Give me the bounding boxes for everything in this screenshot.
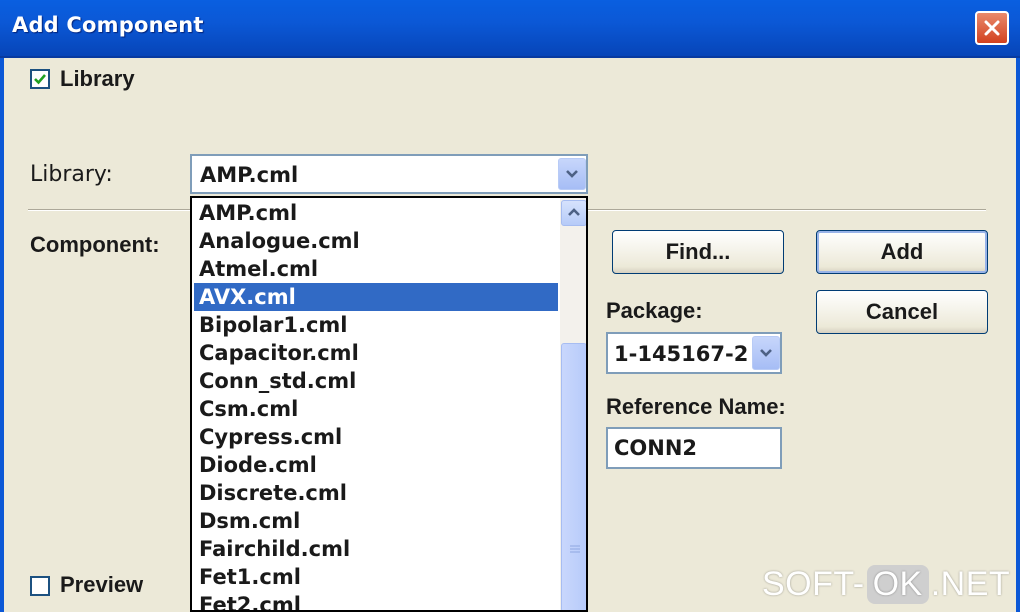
library-select[interactable]: AMP.cml bbox=[190, 154, 588, 194]
list-item[interactable]: Discrete.cml bbox=[194, 479, 558, 507]
package-dropdown-button[interactable] bbox=[752, 336, 780, 370]
preview-checkbox[interactable] bbox=[30, 576, 50, 596]
library-label: Library: bbox=[30, 162, 113, 187]
list-item[interactable]: Diode.cml bbox=[194, 451, 558, 479]
vertical-scrollbar[interactable] bbox=[560, 198, 586, 610]
list-item[interactable]: Fet2.cml bbox=[194, 591, 558, 610]
cancel-button[interactable]: Cancel bbox=[816, 290, 988, 334]
chevron-down-icon bbox=[760, 349, 772, 357]
list-item[interactable]: Fet1.cml bbox=[194, 563, 558, 591]
library-dropdown-list[interactable]: AMP.cml Analogue.cml Atmel.cml AVX.cml B… bbox=[190, 196, 588, 612]
list-item[interactable]: Dsm.cml bbox=[194, 507, 558, 535]
close-button[interactable] bbox=[975, 11, 1009, 45]
list-item[interactable]: Conn_std.cml bbox=[194, 367, 558, 395]
list-item[interactable]: Cypress.cml bbox=[194, 423, 558, 451]
component-label: Component: bbox=[30, 232, 160, 257]
package-label: Package: bbox=[606, 298, 703, 323]
list-item[interactable]: Atmel.cml bbox=[194, 255, 558, 283]
package-select-value: 1-145167-2 bbox=[614, 342, 749, 366]
scroll-up-button[interactable] bbox=[561, 200, 586, 226]
list-item[interactable]: Analogue.cml bbox=[194, 227, 558, 255]
library-select-value: AMP.cml bbox=[200, 163, 299, 187]
grip-icon bbox=[570, 545, 580, 553]
list-item-selected[interactable]: AVX.cml bbox=[194, 283, 558, 311]
chevron-down-icon bbox=[566, 170, 578, 178]
chevron-up-icon bbox=[568, 208, 580, 216]
list-item[interactable]: AMP.cml bbox=[194, 199, 558, 227]
list-item[interactable]: Bipolar1.cml bbox=[194, 311, 558, 339]
library-checkbox[interactable] bbox=[30, 69, 50, 89]
list-item[interactable]: Capacitor.cml bbox=[194, 339, 558, 367]
find-button[interactable]: Find... bbox=[612, 230, 784, 274]
window-title: Add Component bbox=[12, 13, 204, 37]
scroll-thumb[interactable] bbox=[561, 343, 586, 610]
watermark: SOFT- OK .NET bbox=[762, 565, 1011, 604]
add-button[interactable]: Add bbox=[816, 230, 988, 274]
reference-name-label: Reference Name: bbox=[606, 394, 786, 419]
title-bar[interactable]: Add Component bbox=[0, 0, 1020, 58]
package-select[interactable]: 1-145167-2 bbox=[606, 332, 782, 374]
preview-checkbox-label: Preview bbox=[60, 572, 144, 597]
checkmark-icon bbox=[34, 74, 46, 85]
library-checkbox-label: Library bbox=[60, 66, 135, 91]
list-item[interactable]: Fairchild.cml bbox=[194, 535, 558, 563]
list-item[interactable]: Csm.cml bbox=[194, 395, 558, 423]
reference-name-input[interactable]: CONN2 bbox=[606, 427, 782, 469]
close-icon bbox=[984, 20, 1000, 36]
library-dropdown-button[interactable] bbox=[558, 158, 586, 190]
